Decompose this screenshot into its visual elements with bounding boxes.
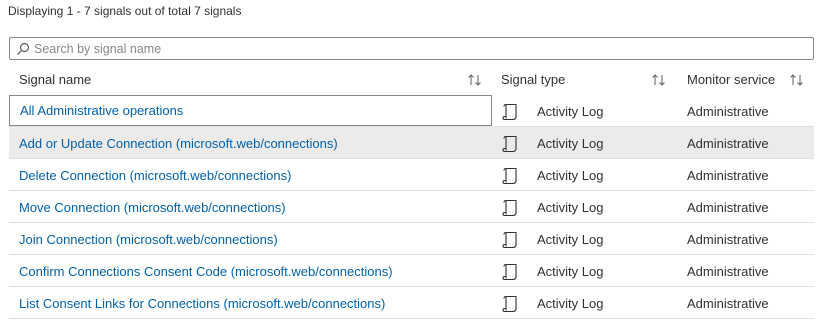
sort-arrows-icon[interactable] bbox=[467, 73, 483, 87]
activity-log-scroll-icon bbox=[502, 199, 518, 217]
signal-type-text: Activity Log bbox=[537, 167, 604, 183]
signal-name-cell[interactable]: Delete Connection (microsoft.web/connect… bbox=[9, 159, 492, 191]
signal-name-cell[interactable]: Join Connection (microsoft.web/connectio… bbox=[9, 223, 492, 255]
signal-name-cell[interactable]: Move Connection (microsoft.web/connectio… bbox=[9, 191, 492, 223]
table-header: Signal name Signal type Monitor service bbox=[9, 64, 814, 95]
search-input[interactable] bbox=[32, 38, 813, 59]
activity-log-scroll-icon bbox=[502, 167, 518, 185]
column-header-signal-name[interactable]: Signal name bbox=[19, 64, 91, 95]
activity-log-scroll-icon bbox=[502, 263, 518, 281]
signal-name-cell[interactable]: Confirm Connections Consent Code (micros… bbox=[9, 255, 492, 287]
activity-log-scroll-icon bbox=[502, 231, 518, 249]
signal-type-text: Activity Log bbox=[537, 199, 604, 215]
table-row[interactable]: Add or Update Connection (microsoft.web/… bbox=[9, 127, 814, 159]
table-row[interactable]: Confirm Connections Consent Code (micros… bbox=[9, 255, 814, 287]
activity-log-scroll-icon bbox=[502, 135, 518, 153]
monitor-service-text: Administrative bbox=[687, 295, 769, 311]
signals-table-body: All Administrative operations Activity L… bbox=[9, 95, 814, 319]
signal-name-link[interactable]: Add or Update Connection (microsoft.web/… bbox=[19, 136, 338, 151]
table-row[interactable]: Delete Connection (microsoft.web/connect… bbox=[9, 159, 814, 191]
signal-name-link[interactable]: Move Connection (microsoft.web/connectio… bbox=[19, 200, 286, 215]
signal-name-link[interactable]: Confirm Connections Consent Code (micros… bbox=[19, 264, 393, 279]
sort-arrows-icon[interactable] bbox=[789, 73, 805, 87]
signal-name-link[interactable]: List Consent Links for Connections (micr… bbox=[19, 296, 385, 311]
monitor-service-text: Administrative bbox=[687, 103, 769, 119]
signal-name-link[interactable]: Join Connection (microsoft.web/connectio… bbox=[19, 232, 278, 247]
table-row[interactable]: List Consent Links for Connections (micr… bbox=[9, 287, 814, 319]
signal-type-text: Activity Log bbox=[537, 295, 604, 311]
signal-type-text: Activity Log bbox=[537, 103, 604, 119]
monitor-service-text: Administrative bbox=[687, 231, 769, 247]
search-icon bbox=[14, 38, 32, 59]
signal-name-cell[interactable]: Add or Update Connection (microsoft.web/… bbox=[9, 127, 492, 159]
results-summary: Displaying 1 - 7 signals out of total 7 … bbox=[8, 4, 242, 18]
column-header-signal-type[interactable]: Signal type bbox=[501, 64, 565, 95]
activity-log-scroll-icon bbox=[502, 103, 518, 121]
search-box[interactable] bbox=[9, 37, 814, 60]
column-label-monitor-service: Monitor service bbox=[687, 72, 776, 87]
monitor-service-text: Administrative bbox=[687, 167, 769, 183]
column-label-signal-name: Signal name bbox=[19, 72, 92, 87]
signal-type-text: Activity Log bbox=[537, 135, 604, 151]
monitor-service-text: Administrative bbox=[687, 263, 769, 279]
column-header-monitor-service[interactable]: Monitor service bbox=[687, 64, 775, 95]
signal-name-cell[interactable]: All Administrative operations bbox=[9, 95, 492, 126]
table-row[interactable]: Move Connection (microsoft.web/connectio… bbox=[9, 191, 814, 223]
signal-type-text: Activity Log bbox=[537, 231, 604, 247]
monitor-service-text: Administrative bbox=[687, 199, 769, 215]
signal-name-cell[interactable]: List Consent Links for Connections (micr… bbox=[9, 287, 492, 319]
activity-log-scroll-icon bbox=[502, 295, 518, 313]
monitor-service-text: Administrative bbox=[687, 135, 769, 151]
table-row[interactable]: Join Connection (microsoft.web/connectio… bbox=[9, 223, 814, 255]
signal-name-link[interactable]: Delete Connection (microsoft.web/connect… bbox=[19, 168, 291, 183]
table-row[interactable]: All Administrative operations Activity L… bbox=[9, 95, 814, 127]
signal-type-text: Activity Log bbox=[537, 263, 604, 279]
column-label-signal-type: Signal type bbox=[501, 72, 566, 87]
signal-name-link[interactable]: All Administrative operations bbox=[20, 103, 183, 118]
sort-arrows-icon[interactable] bbox=[651, 73, 667, 87]
